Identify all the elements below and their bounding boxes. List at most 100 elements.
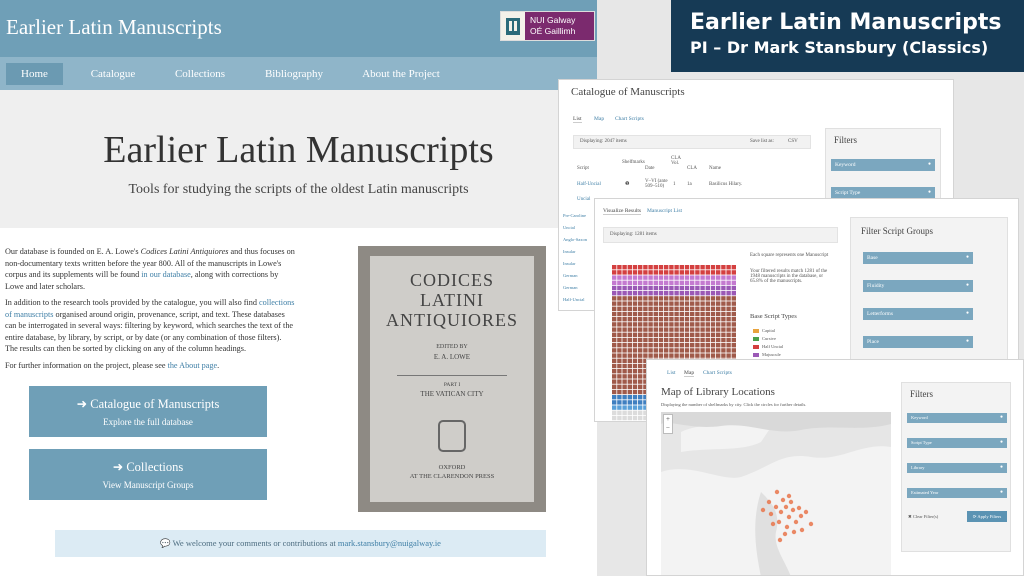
map-marker[interactable] — [799, 527, 805, 533]
nav-collections[interactable]: Collections — [167, 63, 233, 85]
filter-base[interactable]: Base — [863, 252, 973, 264]
zoom-in-button[interactable]: + — [664, 415, 672, 424]
waffle-square — [664, 275, 669, 280]
nav-home[interactable]: Home — [6, 63, 63, 85]
pi-banner-subtitle: PI – Dr Mark Stansbury (Classics) — [690, 38, 989, 57]
waffle-square — [627, 389, 632, 395]
side-script-item[interactable]: Half-Uncial — [563, 294, 587, 306]
apply-filters-button[interactable]: ⟳ Apply Filters — [967, 511, 1007, 522]
map-marker[interactable] — [770, 521, 776, 527]
side-script-item[interactable]: German — [563, 282, 587, 294]
map-marker[interactable] — [790, 507, 796, 513]
waffle-square — [695, 332, 700, 337]
waffle-square — [643, 280, 648, 285]
legend: Capital Cursive Half Uncial Majuscule — [753, 327, 783, 359]
waffle-square — [658, 322, 664, 327]
waffle-square — [643, 311, 648, 317]
filter-estimated-year[interactable]: Estimated Year — [907, 488, 1007, 498]
map-marker[interactable] — [786, 514, 792, 520]
map-marker[interactable] — [808, 521, 814, 527]
filter-library[interactable]: Library — [907, 463, 1007, 473]
map-marker[interactable] — [768, 511, 774, 517]
email-link[interactable]: mark.stansbury@nuigalway.ie — [338, 538, 441, 548]
filter-place[interactable]: Place — [863, 336, 973, 348]
map-marker[interactable] — [796, 505, 802, 511]
waffle-square — [627, 369, 632, 374]
map-marker[interactable] — [778, 509, 784, 515]
waffle-square — [700, 348, 705, 353]
map-marker[interactable] — [773, 504, 779, 510]
waffle-square — [643, 265, 648, 270]
site-title[interactable]: Earlier Latin Manuscripts — [6, 15, 222, 40]
tab-chart-scripts[interactable]: Chart Scripts — [703, 370, 732, 376]
tab-list[interactable]: List — [667, 370, 676, 376]
side-script-item[interactable]: Insular — [563, 258, 587, 270]
waffle-square — [617, 327, 622, 332]
map-marker[interactable] — [798, 513, 804, 519]
catalogue-button[interactable]: ➜ Catalogue of Manuscripts Explore the f… — [29, 386, 267, 437]
side-script-item[interactable]: Anglo-Saxon — [563, 234, 587, 246]
tab-list[interactable]: List — [573, 116, 582, 123]
map-marker[interactable] — [782, 531, 788, 537]
nav-about[interactable]: About the Project — [357, 63, 445, 85]
map-markers[interactable] — [661, 412, 891, 576]
clear-filters-button[interactable]: ✖ Clear Filter(s) — [908, 514, 938, 520]
col-date[interactable]: Date — [645, 166, 654, 171]
map-marker[interactable] — [777, 537, 783, 543]
filter-script-type[interactable]: Script Type — [907, 438, 1007, 448]
nav-catalogue[interactable]: Catalogue — [80, 63, 146, 85]
waffle-square — [679, 353, 684, 358]
map-marker[interactable] — [803, 509, 809, 515]
tab-map[interactable]: Map — [684, 370, 695, 377]
map-marker[interactable] — [784, 524, 790, 530]
waffle-square — [700, 306, 705, 311]
about-link[interactable]: the About page — [168, 361, 218, 370]
waffle-square — [627, 332, 632, 337]
side-script-item[interactable]: Uncial — [563, 306, 587, 310]
tab-map[interactable]: Map — [594, 116, 604, 122]
filter-keyword[interactable]: Keyword — [907, 413, 1007, 423]
map-marker[interactable] — [786, 493, 792, 499]
tab-visualize-results[interactable]: Visualize Results — [603, 208, 642, 215]
filter-fluidity[interactable]: Fluidity — [863, 280, 973, 292]
side-script-item[interactable]: Pre-Caroline — [563, 210, 587, 222]
waffle-square — [669, 296, 674, 301]
row-2-script[interactable]: Uncial — [577, 197, 590, 202]
map-marker[interactable] — [783, 504, 789, 510]
waffle-square — [622, 410, 627, 415]
map-marker[interactable] — [776, 519, 782, 525]
library-map[interactable]: + − — [661, 412, 891, 576]
side-script-item[interactable]: Uncial — [563, 222, 587, 234]
map-marker[interactable] — [760, 507, 766, 513]
map-marker[interactable] — [791, 529, 797, 535]
map-marker[interactable] — [788, 499, 794, 505]
side-script-item[interactable]: Insular — [563, 246, 587, 258]
map-marker[interactable] — [766, 499, 772, 505]
col-cla[interactable]: CLA — [687, 166, 697, 171]
col-cla-vol[interactable]: CLA Vol. — [671, 156, 685, 166]
hero-subtitle: Tools for studying the scripts of the ol… — [128, 182, 469, 197]
collections-button[interactable]: ➜ Collections View Manuscript Groups — [29, 449, 267, 500]
filter-keyword[interactable]: Keyword — [831, 159, 935, 171]
nav-bibliography[interactable]: Bibliography — [258, 63, 330, 85]
col-script[interactable]: Script — [577, 166, 589, 171]
map-marker[interactable] — [793, 519, 799, 525]
col-name[interactable]: Name — [709, 166, 721, 171]
info-icon[interactable]: ❶ — [625, 181, 629, 187]
waffle-square — [622, 400, 627, 405]
database-link[interactable]: in our database — [141, 270, 191, 279]
university-logo[interactable]: NUI Galway OÉ Gaillimh — [500, 11, 595, 41]
tab-chart-scripts[interactable]: Chart Scripts — [615, 116, 644, 122]
filter-letterforms[interactable]: Letterforms — [863, 308, 973, 320]
map-marker[interactable] — [774, 489, 780, 495]
col-shelfmarks[interactable]: Shelfmarks — [622, 160, 645, 165]
side-script-item[interactable]: German — [563, 270, 587, 282]
csv-button[interactable]: CSV — [788, 139, 798, 144]
waffle-square — [627, 301, 632, 306]
row-1-script[interactable]: Half-Uncial — [577, 182, 601, 187]
zoom-out-button[interactable]: − — [664, 424, 672, 433]
waffle-square — [690, 296, 695, 301]
tab-manuscript-list[interactable]: Manuscript List — [647, 208, 682, 214]
waffle-square — [716, 332, 721, 337]
map-marker[interactable] — [780, 497, 786, 503]
